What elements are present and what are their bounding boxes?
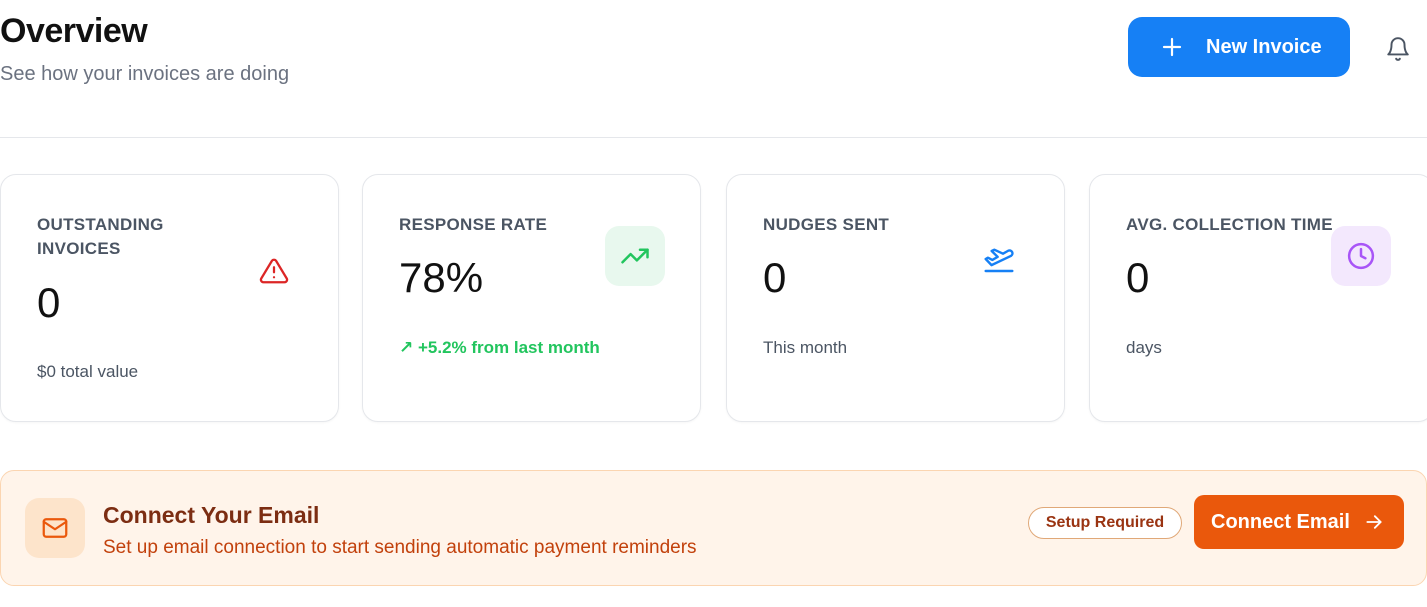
mail-icon-box: [25, 498, 85, 558]
card-title: RESPONSE RATE: [399, 215, 548, 234]
page-subtitle: See how your invoices are doing: [0, 63, 290, 85]
card-title: NUDGES SENT: [763, 215, 890, 234]
connect-email-label: Connect Email: [1211, 511, 1350, 533]
card-value: 78%: [399, 254, 484, 301]
card-title-line: INVOICES: [37, 239, 121, 258]
stat-card-nudges: NUDGES SENT 0 This month: [726, 174, 1065, 422]
connect-email-button[interactable]: Connect Email: [1194, 495, 1404, 549]
stat-card-outstanding: OUTSTANDING INVOICES 0 $0 total value: [0, 174, 339, 422]
banner-description: Set up email connection to start sending…: [103, 537, 697, 558]
clock-icon: [1347, 242, 1375, 270]
card-subtext: $0 total value: [37, 362, 139, 381]
card-title: AVG. COLLECTION TIME: [1126, 215, 1333, 234]
page-title: Overview: [0, 12, 148, 50]
setup-required-badge: Setup Required: [1028, 507, 1182, 539]
arrow-right-icon: [1366, 515, 1382, 529]
card-subtext: This month: [763, 338, 848, 357]
plane-departure-icon: [984, 248, 1014, 273]
trending-up-icon-box: [605, 226, 665, 286]
bell-icon[interactable]: [1385, 36, 1411, 62]
new-invoice-label: New Invoice: [1206, 36, 1322, 58]
trending-up-icon: [621, 248, 649, 264]
card-subtext: days: [1126, 338, 1162, 357]
banner-title: Connect Your Email: [103, 502, 320, 528]
clock-icon-box: [1331, 226, 1391, 286]
stat-card-response-rate: RESPONSE RATE 78% ↗ +5.2% from last mont…: [362, 174, 701, 422]
card-title: OUTSTANDING INVOICES: [37, 213, 164, 261]
mail-icon: [42, 518, 68, 538]
card-value: 0: [37, 279, 61, 326]
stat-card-collection-time: AVG. COLLECTION TIME 0 days: [1089, 174, 1427, 422]
card-title-line: OUTSTANDING: [37, 215, 164, 234]
card-value: 0: [1126, 254, 1150, 301]
plus-icon: [1162, 37, 1182, 57]
new-invoice-button[interactable]: New Invoice: [1128, 17, 1350, 77]
page-header: Overview See how your invoices are doing…: [0, 0, 1427, 138]
alert-triangle-icon: [259, 258, 289, 284]
connect-email-banner: Connect Your Email Set up email connecti…: [0, 470, 1427, 586]
card-value: 0: [763, 254, 787, 301]
card-subtext: ↗ +5.2% from last month: [399, 338, 600, 357]
